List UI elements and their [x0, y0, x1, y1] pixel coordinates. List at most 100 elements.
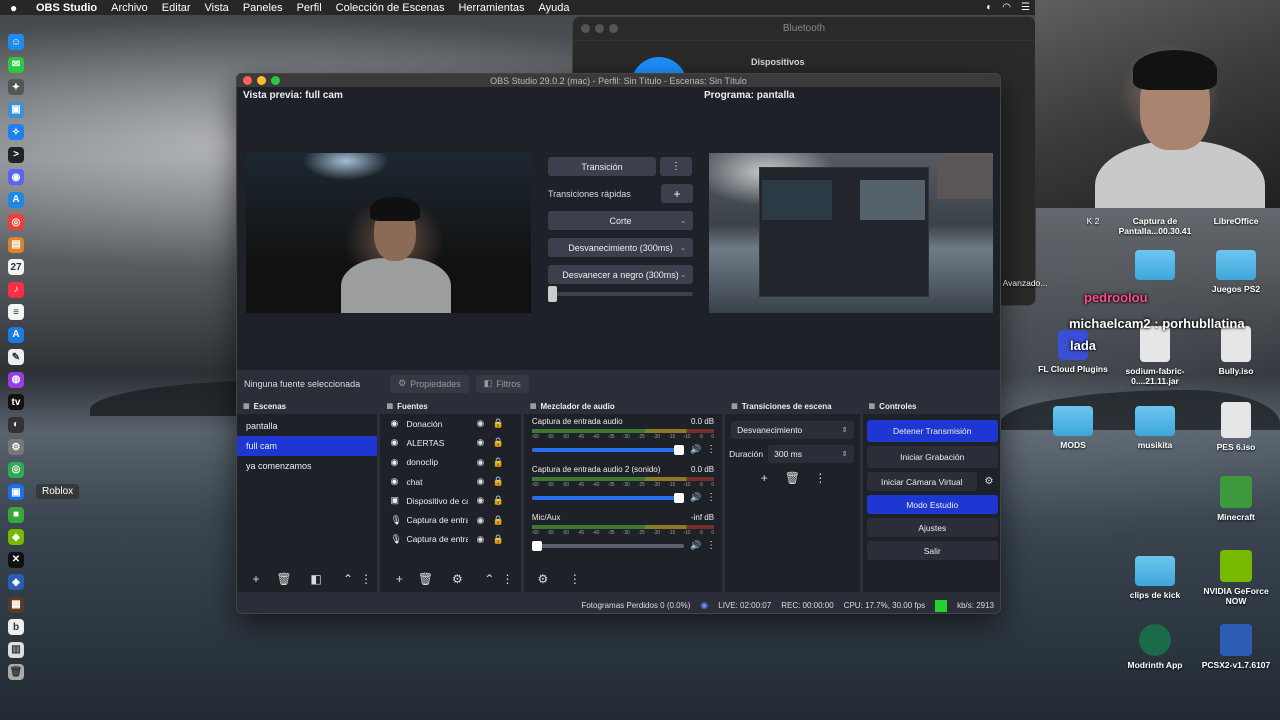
filters-button[interactable]: ◧ Filtros — [475, 374, 529, 393]
tbar-handle[interactable] — [548, 286, 557, 302]
add-quick-transition-button[interactable]: + — [661, 184, 693, 203]
desktop-folder[interactable]: Juegos PS2 — [1196, 250, 1276, 294]
remove-transition-button[interactable]: 🗑 — [779, 468, 805, 488]
minecraft2-icon[interactable]: ▦ — [8, 596, 24, 613]
desktop-folder[interactable]: MODS — [1033, 406, 1113, 450]
menu-editar[interactable]: Editar — [162, 2, 191, 14]
menu-coleccion-escenas[interactable]: Colección de Escenas — [336, 2, 445, 14]
quick-transition-cut[interactable]: Corte ⌄ — [548, 211, 693, 230]
add-source-button[interactable]: + — [386, 569, 412, 589]
xcode-icon[interactable]: A — [8, 326, 24, 343]
volume-knob[interactable] — [674, 492, 685, 503]
launchpad-icon[interactable]: ✦ — [8, 79, 24, 95]
volume-slider[interactable] — [531, 492, 685, 503]
lock-icon[interactable]: 🔒 — [492, 476, 504, 487]
transition-select[interactable]: Desvanecimiento ⇕ — [731, 421, 854, 439]
downloads-icon[interactable]: ▥ — [8, 641, 24, 658]
transition-button[interactable]: Transición — [548, 157, 656, 176]
volume-slider[interactable] — [531, 444, 685, 455]
menu-paneles[interactable]: Paneles — [243, 2, 283, 14]
remove-source-button[interactable]: 🗑 — [412, 569, 438, 589]
source-item[interactable]: ◉ ALERTAS ◉ 🔒 — [380, 433, 520, 452]
terminal-icon[interactable]: > — [8, 146, 24, 163]
finder-icon[interactable]: ☺ — [8, 34, 24, 50]
more-icon[interactable]: ⋮ — [706, 492, 716, 503]
safari-icon[interactable]: ✧ — [8, 124, 24, 140]
dock-handle-icon[interactable]: ▦ — [243, 402, 250, 410]
menu-perfil[interactable]: Perfil — [297, 2, 322, 14]
lock-icon[interactable]: 🔒 — [492, 437, 504, 448]
roblox-icon[interactable]: ▣ — [8, 484, 24, 500]
messages-icon[interactable]: ✉ — [8, 56, 24, 73]
chrome-icon[interactable]: ◎ — [8, 214, 24, 230]
menu-archivo[interactable]: Archivo — [111, 2, 148, 14]
more-icon[interactable]: ⋮ — [706, 444, 716, 455]
bandlab-icon[interactable]: b — [8, 619, 24, 635]
visibility-eye-icon[interactable]: ◉ — [474, 437, 486, 448]
more-icon[interactable]: ⋮ — [807, 468, 833, 488]
zoom-button[interactable] — [271, 76, 280, 85]
speaker-icon[interactable]: 🔊 — [690, 444, 701, 455]
lock-icon[interactable]: 🔒 — [492, 418, 504, 429]
chrome2-icon[interactable]: ◎ — [8, 461, 24, 478]
source-item[interactable]: 🎙 Captura de entra ◉ 🔒 — [380, 510, 520, 529]
pcsx2-icon[interactable]: ◈ — [8, 574, 24, 590]
desktop-folder[interactable]: clips de kick — [1115, 556, 1195, 600]
podcasts-icon[interactable]: ◍ — [8, 371, 24, 388]
desktop-item[interactable]: Captura de Pantalla...00.30.41 — [1115, 216, 1195, 236]
move-up-icon[interactable]: ⌃ — [476, 569, 502, 589]
add-transition-button[interactable]: + — [751, 468, 777, 488]
minimize-button[interactable] — [257, 76, 266, 85]
wifi-icon[interactable]: ◠ — [1002, 2, 1011, 13]
properties-button[interactable]: ⚙ Propiedades — [390, 374, 469, 393]
obs-icon[interactable]: ◐ — [8, 416, 24, 433]
dock-handle-icon[interactable]: ▦ — [386, 402, 393, 410]
dock-handle-icon[interactable]: ▦ — [731, 402, 738, 410]
calendar-icon[interactable]: 27 — [8, 259, 24, 275]
quick-transition-fade-black[interactable]: Desvanecer a negro (300ms) ⌄ — [548, 265, 693, 284]
visibility-eye-icon[interactable]: ◉ — [474, 515, 486, 526]
tbar-slider[interactable] — [548, 286, 693, 302]
more-icon[interactable]: ⋮ — [562, 569, 588, 589]
volume-knob[interactable] — [531, 540, 542, 551]
visibility-eye-icon[interactable]: ◉ — [474, 495, 486, 506]
advanced-audio-gear-icon[interactable]: ⚙ — [530, 569, 556, 589]
preview-canvas[interactable] — [246, 153, 531, 313]
trash-icon[interactable]: 🗑 — [8, 664, 24, 680]
appletv-icon[interactable]: tv — [8, 394, 24, 410]
menu-app-name[interactable]: OBS Studio — [36, 2, 97, 14]
appstore-icon[interactable]: A — [8, 191, 24, 208]
move-up-icon[interactable]: ⌃ — [335, 569, 361, 589]
add-scene-button[interactable]: + — [243, 569, 269, 589]
settings-icon[interactable]: ⚙ — [8, 439, 24, 455]
dock-handle-icon[interactable]: ▦ — [530, 402, 537, 410]
duration-spinbox[interactable]: 300 ms ⇕ — [768, 445, 854, 463]
dock-handle-icon[interactable]: ▦ — [869, 402, 876, 410]
desktop-item[interactable]: LibreOffice — [1196, 216, 1276, 226]
visibility-eye-icon[interactable]: ◉ — [474, 457, 486, 468]
desktop-file[interactable]: PES 6.iso — [1196, 402, 1276, 452]
more-icon[interactable]: ⋮ — [706, 540, 716, 551]
desktop-app[interactable]: Minecraft — [1196, 476, 1276, 522]
menu-vista[interactable]: Vista — [205, 2, 229, 14]
obs-window[interactable]: OBS Studio 29.0.2 (mac) - Perfil: Sin Tí… — [236, 73, 1001, 614]
desktop-file[interactable]: sodium-fabric-0....21.11.jar — [1115, 326, 1195, 386]
source-settings-icon[interactable]: ⚙ — [444, 569, 470, 589]
control-center-icon[interactable]: ☰ — [1021, 2, 1030, 13]
notes-icon[interactable]: ≡ — [8, 304, 24, 320]
transition-menu-icon[interactable]: ⋮ — [660, 157, 692, 176]
apple-icon[interactable]: ● — [10, 1, 24, 15]
virtual-camera-gear-icon[interactable]: ⚙ — [980, 472, 998, 491]
music-icon[interactable]: ♪ — [8, 281, 24, 298]
desktop-folder[interactable]: musikita — [1115, 406, 1195, 450]
start-virtual-camera-button[interactable]: Iniciar Cámara Virtual — [866, 472, 977, 491]
scene-filters-icon[interactable]: ◧ — [303, 569, 329, 589]
visibility-eye-icon[interactable]: ◉ — [474, 476, 486, 487]
source-item[interactable]: 🎙 Captura de entra ◉ 🔒 — [380, 530, 520, 549]
remove-scene-button[interactable]: 🗑 — [271, 569, 297, 589]
menu-herramientas[interactable]: Herramientas — [458, 2, 524, 14]
lock-icon[interactable]: 🔒 — [492, 457, 504, 468]
source-item[interactable]: ◉ Donación ◉ 🔒 — [380, 414, 520, 433]
capcut-icon[interactable]: ✕ — [8, 551, 24, 568]
quick-transition-fade[interactable]: Desvanecimiento (300ms) ⌄ — [548, 238, 693, 257]
